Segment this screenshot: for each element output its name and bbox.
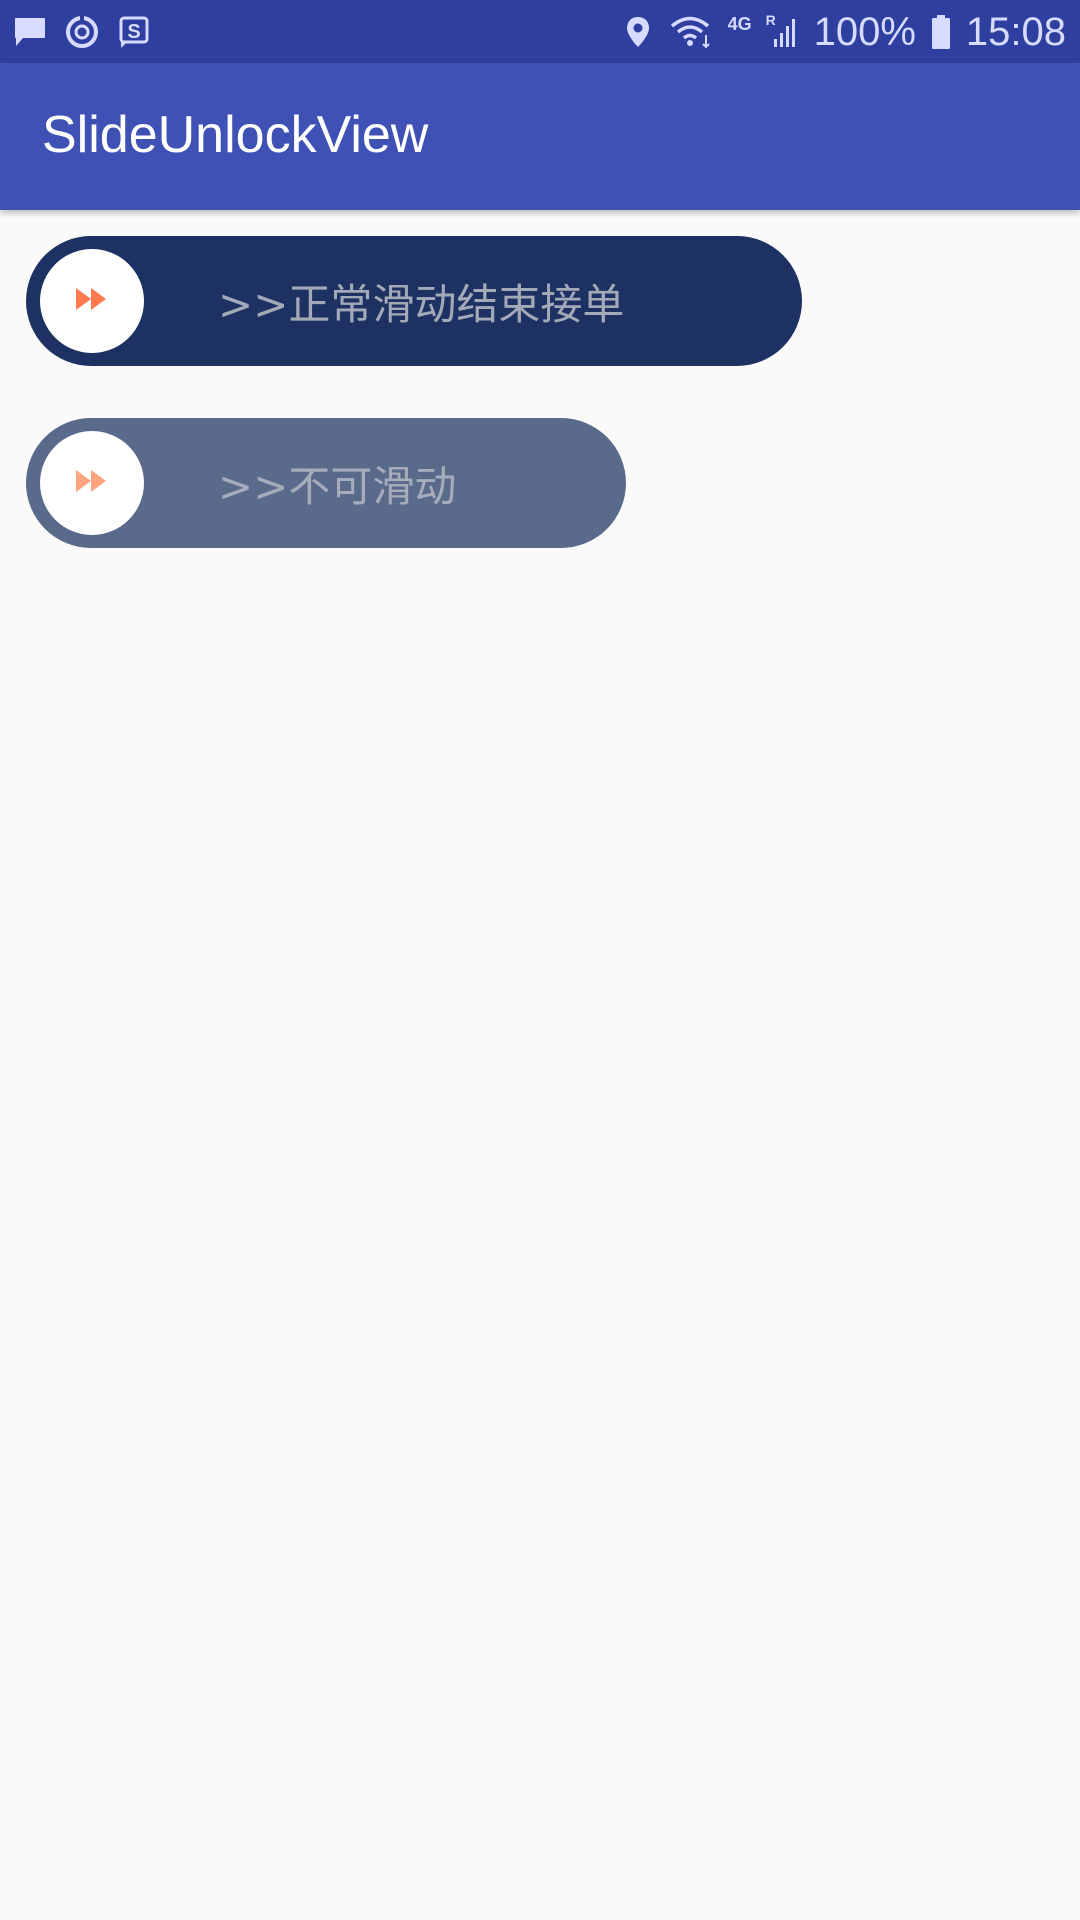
battery-percent: 100% (813, 9, 916, 54)
location-icon (620, 14, 656, 50)
message-icon (12, 14, 48, 50)
slide-unlock-enabled[interactable]: >>正常滑动结束接单 (26, 236, 802, 366)
slide-label: >>正常滑动结束接单 (218, 279, 625, 329)
battery-icon (930, 14, 952, 50)
sync-icon (64, 14, 100, 50)
signal-icon: R (765, 11, 800, 50)
status-bar-left: S (12, 0, 152, 63)
s-app-icon: S (116, 14, 152, 50)
network-4g-icon: 4G (727, 14, 752, 34)
app-title: SlideUnlockView (42, 106, 429, 164)
status-bar: S 4G R 100% 15:08 (0, 0, 1080, 63)
fast-forward-icon (74, 468, 110, 499)
slide-knob-disabled (40, 431, 144, 535)
status-bar-right: 4G R 100% 15:08 (620, 0, 1066, 63)
slide-label-disabled: >>不可滑动 (218, 461, 457, 511)
app-bar: SlideUnlockView (0, 63, 1080, 210)
slide-unlock-disabled: >>不可滑动 (26, 418, 626, 548)
status-time: 15:08 (965, 9, 1066, 54)
svg-text:S: S (127, 21, 140, 43)
fast-forward-icon (74, 286, 110, 317)
roaming-label: R (765, 11, 776, 28)
slide-knob[interactable] (40, 249, 144, 353)
wifi-icon (670, 14, 714, 50)
